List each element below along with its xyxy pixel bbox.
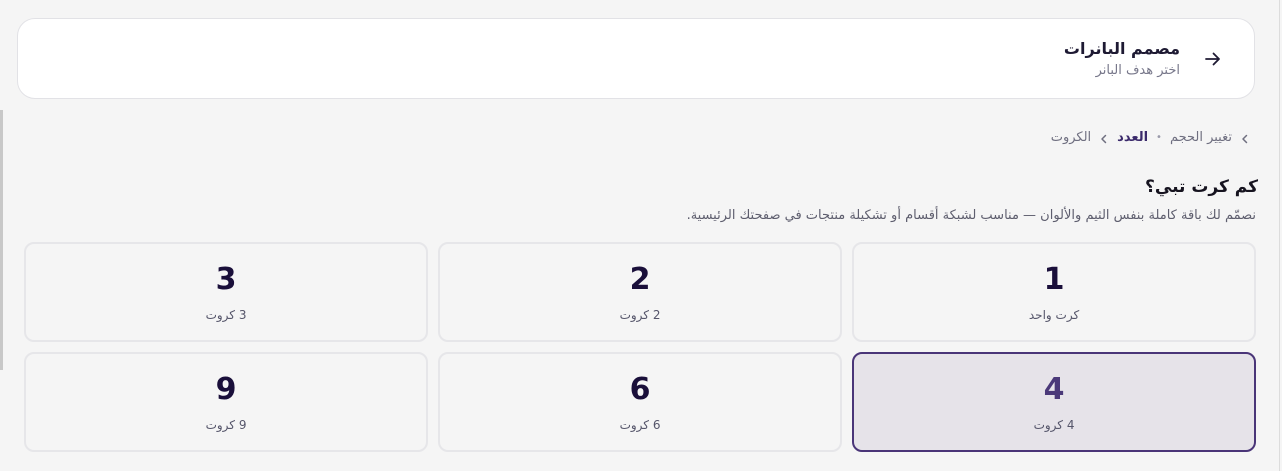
- page-divider: [1279, 0, 1280, 471]
- back-button[interactable]: [1202, 48, 1224, 70]
- option-number: 6: [629, 372, 651, 407]
- option-label: 9 كروت: [205, 418, 247, 432]
- option-number: 4: [1043, 372, 1065, 407]
- option-number: 2: [629, 262, 651, 297]
- breadcrumb-item-cards[interactable]: الكروت: [1051, 130, 1091, 145]
- option-label: 2 كروت: [619, 308, 661, 322]
- breadcrumb: تغيير الحجم • العدد الكروت: [1051, 130, 1250, 145]
- option-card-4[interactable]: 4 4 كروت: [852, 352, 1256, 452]
- option-card-2[interactable]: 2 2 كروت: [438, 242, 842, 342]
- option-card-3[interactable]: 3 3 كروت: [24, 242, 428, 342]
- breadcrumb-separator-dot: •: [1156, 132, 1162, 143]
- page-title: مصمم البانرات: [1063, 39, 1180, 58]
- chevron-left-icon[interactable]: [1240, 133, 1250, 143]
- page-subtitle: اختر هدف البانر: [1095, 63, 1180, 78]
- section-description: نصمّم لك باقة كاملة بنفس الثيم والألوان …: [686, 208, 1256, 223]
- option-number: 9: [215, 372, 237, 407]
- header-card: مصمم البانرات اختر هدف البانر: [17, 18, 1255, 99]
- option-card-1[interactable]: 1 كرت واحد: [852, 242, 1256, 342]
- option-card-6[interactable]: 6 6 كروت: [438, 352, 842, 452]
- chevron-left-icon: [1099, 133, 1109, 143]
- card-count-options: 1 كرت واحد 2 2 كروت 3 3 كروت 4 4 كروت 6 …: [23, 242, 1256, 453]
- option-label: 4 كروت: [1033, 418, 1075, 432]
- option-label: 3 كروت: [205, 308, 247, 322]
- option-label: 6 كروت: [619, 418, 661, 432]
- breadcrumb-item-count[interactable]: العدد: [1117, 130, 1148, 145]
- option-card-9[interactable]: 9 9 كروت: [24, 352, 428, 452]
- breadcrumb-item-resize[interactable]: تغيير الحجم: [1170, 130, 1232, 145]
- option-label: كرت واحد: [1028, 308, 1080, 322]
- option-number: 3: [215, 262, 237, 297]
- section-heading: كم كرت تبي؟: [1145, 177, 1258, 197]
- arrow-right-icon: [1205, 52, 1220, 66]
- header-texts: مصمم البانرات اختر هدف البانر: [1064, 39, 1180, 79]
- scroll-indicator[interactable]: [0, 110, 3, 370]
- option-number: 1: [1043, 262, 1065, 297]
